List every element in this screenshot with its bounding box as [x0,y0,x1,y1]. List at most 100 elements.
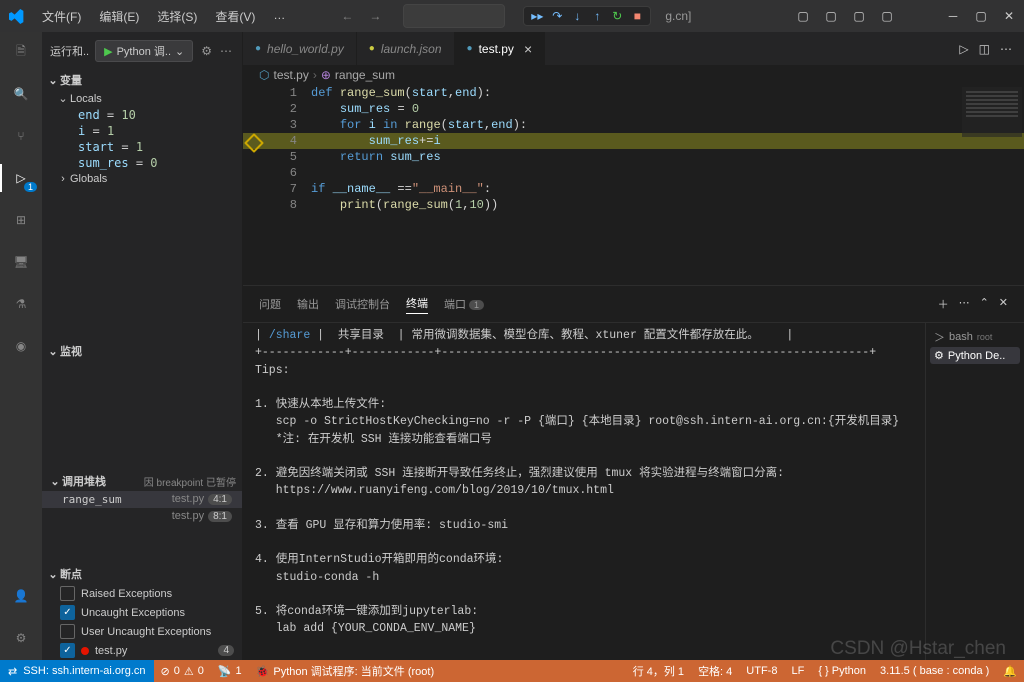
breadcrumb[interactable]: ⬡ test.py › ⊕ range_sum [243,65,1024,85]
terminal-icon: ＞ [934,329,945,345]
code-line[interactable]: 5 return sum_res [243,149,1024,165]
status-item[interactable]: 行 4，列 1 [626,663,691,679]
variable-row[interactable]: start = 1 [52,139,242,155]
stop-icon[interactable]: ■ [630,9,644,23]
panel-tab[interactable]: 终端 [406,295,428,314]
menu-item[interactable]: … [265,5,293,28]
code-editor[interactable]: 1def range_sum(start,end):2 sum_res = 03… [243,85,1024,285]
start-debug-button[interactable]: ▶ Python 调.. ⌄ [95,40,193,62]
debug-icon: 🐞 [256,665,270,678]
watch-section[interactable]: ⌄监视 [42,341,242,361]
code-line[interactable]: 3 for i in range(start,end): [243,117,1024,133]
restart-icon[interactable]: ↻ [610,9,624,23]
globals-scope[interactable]: ›Globals [52,171,242,187]
command-center-input[interactable] [403,4,505,28]
breakpoint-option[interactable]: User Uncaught Exceptions [42,622,242,641]
checkbox-icon[interactable]: ✓ [60,643,75,658]
code-line[interactable]: 7if __name__ =="__main__": [243,181,1024,197]
breakpoint-option[interactable]: ✓Uncaught Exceptions [42,603,242,622]
locals-scope[interactable]: ⌄Locals [52,90,242,107]
breakpoint-option[interactable]: Raised Exceptions [42,584,242,603]
checkbox-icon[interactable] [60,624,75,639]
activity-scm[interactable]: ⑂ [9,124,33,148]
code-line[interactable]: 1def range_sum(start,end): [243,85,1024,101]
more-icon[interactable]: ⋯ [959,296,970,312]
variables-section[interactable]: ⌄变量 [42,70,242,90]
panel-left-icon[interactable]: ▢ [796,9,810,23]
code-line[interactable]: 4 sum_res+=i [243,133,1024,149]
status-item[interactable]: UTF-8 [739,663,784,679]
split-icon[interactable]: ◫ [979,42,990,56]
terminal-item[interactable]: ⚙Python De.. [930,347,1020,364]
chevron-down-icon: ⌄ [175,45,184,58]
editor-tab[interactable]: ●launch.json [357,32,455,65]
callstack-frame[interactable]: test.py8:1 [42,508,242,524]
variable-row[interactable]: end = 10 [52,107,242,123]
variable-row[interactable]: i = 1 [52,123,242,139]
window-close-icon[interactable]: ✕ [1002,9,1016,23]
status-item[interactable]: 空格: 4 [691,663,739,679]
minimap[interactable] [962,87,1022,137]
activity-settings[interactable]: ⚙ [9,626,33,650]
editor-tab[interactable]: ●hello_world.py [243,32,357,65]
breakpoint-file[interactable]: ✓ test.py 4 [42,641,242,660]
menu-item[interactable]: 查看(V) [207,5,263,28]
nav-forward-icon[interactable]: → [365,7,385,25]
remote-indicator[interactable]: ⇄ SSH: ssh.intern-ai.org.cn [0,660,154,682]
code-line[interactable]: 2 sum_res = 0 [243,101,1024,117]
callstack-frame[interactable]: range_sumtest.py4:1 [42,491,242,508]
status-item[interactable]: 3.11.5 ( base : conda ) [873,663,996,679]
menu-item[interactable]: 选择(S) [149,5,205,28]
activity-explorer[interactable]: 🗎 [9,40,33,64]
terminal-item[interactable]: ＞bashroot [930,327,1020,347]
variable-row[interactable]: sum_res = 0 [52,155,242,171]
status-bell-icon[interactable]: 🔔 [996,665,1024,678]
breakpoint-dot-icon [81,647,89,655]
status-item[interactable]: LF [784,663,811,679]
window-min-icon[interactable]: ─ [946,9,960,23]
close-icon[interactable]: × [524,41,532,57]
status-ports[interactable]: 📡1 [211,665,249,678]
panel-tab[interactable]: 问题 [259,296,281,312]
step-into-icon[interactable]: ↓ [570,9,584,23]
close-panel-icon[interactable]: ✕ [999,296,1008,312]
status-debug[interactable]: 🐞Python 调试程序: 当前文件 (root) [249,663,441,679]
window-max-icon[interactable]: ▢ [974,9,988,23]
layout-icon[interactable]: ▢ [880,9,894,23]
status-problems[interactable]: ⊘0⚠0 [154,665,211,678]
activity-edge[interactable]: ◉ [9,334,33,358]
gear-icon[interactable]: ⚙ [201,44,212,58]
editor-tab[interactable]: ●test.py× [455,32,546,65]
activity-search[interactable]: 🔍 [9,82,33,106]
code-line[interactable]: 6 [243,165,1024,181]
terminal[interactable]: | /share | 共享目录 | 常用微调数据集、模型仓库、教程、xtuner… [243,323,925,660]
step-over-icon[interactable]: ↷ [550,9,564,23]
breakpoints-section[interactable]: ⌄断点 [42,564,242,584]
status-item[interactable]: { } Python [811,663,873,679]
activity-bar: 🗎 🔍 ⑂ ▷1 ⊞ 🖥 ⚗ ◉ 👤 ⚙ [0,32,42,660]
activity-extensions[interactable]: ⊞ [9,208,33,232]
activity-run[interactable]: ▷1 [9,166,33,190]
activity-testing[interactable]: ⚗ [9,292,33,316]
panel-tab[interactable]: 输出 [297,296,319,312]
step-out-icon[interactable]: ↑ [590,9,604,23]
code-line[interactable]: 8 print(range_sum(1,10)) [243,197,1024,213]
new-terminal-icon[interactable]: ＋ [938,296,949,312]
panel-right-icon[interactable]: ▢ [852,9,866,23]
nav-back-icon[interactable]: ← [337,7,357,25]
activity-account[interactable]: 👤 [9,584,33,608]
checkbox-icon[interactable] [60,586,75,601]
more-icon[interactable]: ⋯ [1000,42,1012,56]
panel-bottom-icon[interactable]: ▢ [824,9,838,23]
menu-item[interactable]: 文件(F) [34,5,89,28]
maximize-panel-icon[interactable]: ⌃ [980,296,989,312]
checkbox-icon[interactable]: ✓ [60,605,75,620]
continue-icon[interactable]: ▸▸ [530,9,544,23]
menu-item[interactable]: 编辑(E) [91,5,147,28]
panel-tab[interactable]: 端口1 [444,296,484,312]
run-debug-icon[interactable]: ▷ [959,42,968,56]
activity-remote[interactable]: 🖥 [9,250,33,274]
callstack-section[interactable]: ⌄调用堆栈 [48,473,106,489]
more-icon[interactable]: ⋯ [220,44,232,58]
panel-tab[interactable]: 调试控制台 [335,296,390,312]
